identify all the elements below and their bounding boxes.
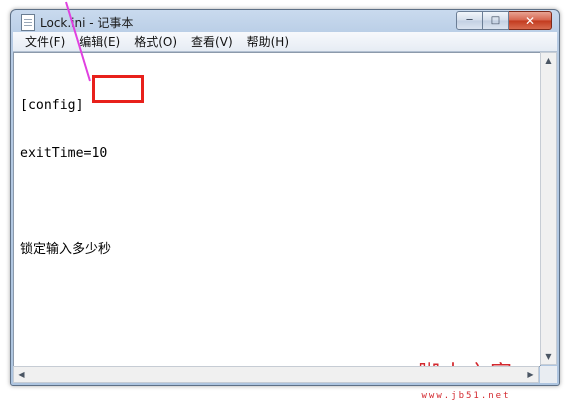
vertical-scrollbar[interactable]: ▲ ▼ [540,52,557,365]
menu-edit[interactable]: 编辑(E) [72,33,127,50]
notepad-window: Lock.ini - 记事本 ─ □ ✕ 文件(F) 编辑(E) 格式(O) 查… [10,9,560,401]
editor-line: 锁定输入多少秒 [20,242,112,257]
window-title: Lock.ini - 记事本 [40,16,134,30]
watermark-url: www.jb51.net [421,391,511,401]
scroll-right-arrow-icon[interactable]: ▶ [523,367,538,382]
scroll-up-arrow-icon[interactable]: ▲ [541,53,556,68]
menu-format[interactable]: 格式(O) [127,33,184,50]
minimize-button[interactable]: ─ [456,11,483,30]
close-button[interactable]: ✕ [509,11,552,30]
scroll-down-arrow-icon[interactable]: ▼ [541,349,556,364]
window-controls: ─ □ ✕ [456,11,552,30]
menu-bar: 文件(F) 编辑(E) 格式(O) 查看(V) 帮助(H) [13,32,557,52]
horizontal-scrollbar[interactable]: ◀ ▶ [13,366,539,383]
maximize-button[interactable]: □ [483,11,509,30]
menu-help[interactable]: 帮助(H) [240,33,296,50]
text-editor-area[interactable]: [config] exitTime=10 锁定输入多少秒 脚本之家 www.jb… [13,52,541,401]
notepad-app-icon[interactable] [21,14,35,31]
annotation-highlight-box [92,75,144,103]
menu-file[interactable]: 文件(F) [13,33,72,50]
title-bar[interactable]: Lock.ini - 记事本 ─ □ ✕ [11,10,559,32]
editor-line: exitTime=10 [20,146,108,161]
menu-view[interactable]: 查看(V) [184,33,240,50]
scrollbar-corner [540,366,557,383]
scroll-left-arrow-icon[interactable]: ◀ [14,367,29,382]
